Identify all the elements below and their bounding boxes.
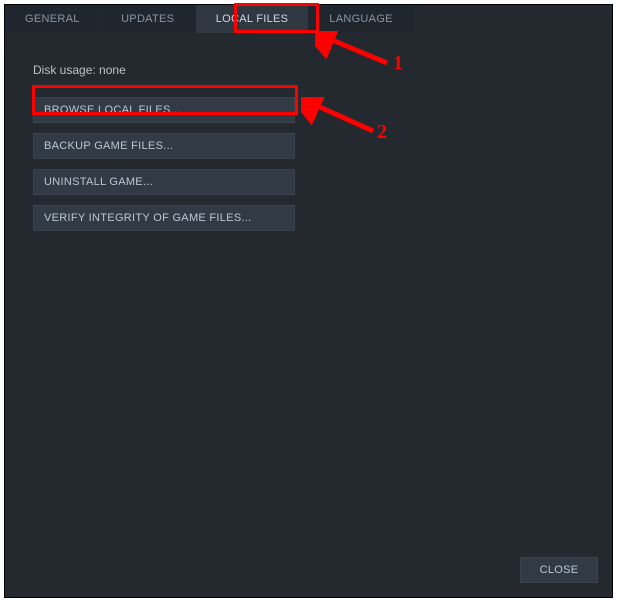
tab-content: Disk usage: none BROWSE LOCAL FILES... B… — [5, 33, 612, 231]
properties-window: GENERAL UPDATES LOCAL FILES LANGUAGE Dis… — [4, 4, 613, 598]
close-button[interactable]: CLOSE — [520, 557, 598, 583]
disk-usage-label: Disk usage: — [33, 63, 96, 77]
tab-updates[interactable]: UPDATES — [101, 5, 196, 33]
tab-bar: GENERAL UPDATES LOCAL FILES LANGUAGE — [5, 5, 612, 33]
action-buttons: BROWSE LOCAL FILES... BACKUP GAME FILES.… — [33, 97, 295, 231]
browse-local-files-button[interactable]: BROWSE LOCAL FILES... — [33, 97, 295, 123]
tab-local-files[interactable]: LOCAL FILES — [196, 5, 310, 33]
disk-usage-line: Disk usage: none — [33, 63, 584, 77]
footer: CLOSE — [520, 557, 598, 583]
tab-language[interactable]: LANGUAGE — [309, 5, 414, 33]
tab-general[interactable]: GENERAL — [5, 5, 101, 33]
backup-game-files-button[interactable]: BACKUP GAME FILES... — [33, 133, 295, 159]
disk-usage-value: none — [99, 63, 126, 77]
uninstall-game-button[interactable]: UNINSTALL GAME... — [33, 169, 295, 195]
verify-integrity-button[interactable]: VERIFY INTEGRITY OF GAME FILES... — [33, 205, 295, 231]
